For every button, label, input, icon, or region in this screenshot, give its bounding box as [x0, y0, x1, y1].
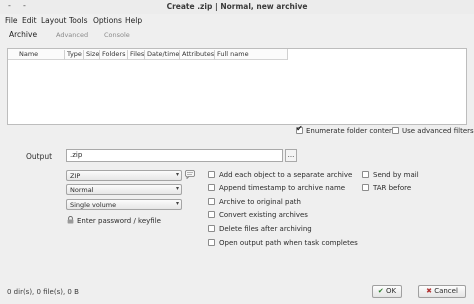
menu-layout[interactable]: Layout — [41, 16, 67, 25]
each-object-label: Add each object to a separate archive — [219, 171, 353, 179]
column-files[interactable]: Files — [127, 50, 144, 60]
enumerate-label: Enumerate folder content — [306, 127, 397, 135]
password-link[interactable]: Enter password / keyfile — [77, 217, 161, 225]
cancel-button[interactable]: ✖ Cancel — [418, 285, 466, 298]
timestamp-checkbox[interactable] — [208, 184, 215, 191]
column-size[interactable]: Size — [83, 50, 99, 60]
timestamp-label: Append timestamp to archive name — [219, 184, 346, 192]
volume-select[interactable]: Single volume ▾ — [66, 199, 182, 210]
chevron-down-icon: ▾ — [175, 185, 179, 192]
output-label: Output — [26, 152, 53, 161]
tab-advanced[interactable]: Advanced — [56, 31, 88, 39]
column-fullname[interactable]: Full name — [214, 50, 249, 60]
output-field[interactable]: .zip — [66, 149, 283, 162]
convert-checkbox[interactable] — [208, 211, 215, 218]
check-icon: ✔ — [377, 287, 384, 295]
menu-edit[interactable]: Edit — [22, 16, 37, 25]
open-output-label: Open output path when task completes — [219, 239, 358, 247]
lock-icon — [67, 215, 74, 224]
volume-value: Single volume — [70, 201, 117, 209]
convert-label: Convert existing archives — [219, 211, 308, 219]
close-icon: ✖ — [426, 287, 432, 295]
advanced-filters-checkbox[interactable] — [392, 127, 399, 134]
cancel-label: Cancel — [434, 287, 458, 295]
tar-before-label: TAR before — [373, 184, 412, 192]
level-value: Normal — [70, 186, 94, 194]
window-title: Create .zip | Normal, new archive — [166, 2, 308, 11]
open-output-checkbox[interactable] — [208, 239, 215, 246]
comment-icon[interactable] — [185, 170, 195, 180]
menu-options[interactable]: Options — [93, 16, 122, 25]
delete-label: Delete files after archiving — [219, 225, 312, 233]
column-name[interactable]: Name — [17, 50, 38, 60]
browse-button[interactable]: ... — [285, 149, 297, 162]
menu-tools[interactable]: Tools — [69, 16, 87, 25]
chevron-down-icon: ▾ — [175, 200, 179, 207]
delete-checkbox[interactable] — [208, 225, 215, 232]
column-type[interactable]: Type — [64, 50, 82, 60]
to-original-checkbox[interactable] — [208, 198, 215, 205]
format-select[interactable]: ZIP ▾ — [66, 170, 182, 181]
column-divider — [287, 49, 288, 60]
each-object-checkbox[interactable] — [208, 171, 215, 178]
column-datetime[interactable]: Date/time — [144, 50, 179, 60]
menu-help[interactable]: Help — [125, 16, 142, 25]
format-value: ZIP — [70, 172, 81, 180]
ok-label: OK — [386, 287, 397, 295]
to-original-label: Archive to original path — [219, 198, 301, 206]
tar-before-checkbox[interactable] — [362, 184, 369, 191]
menu-file[interactable]: File — [5, 16, 18, 25]
column-folders[interactable]: Folders — [99, 50, 125, 60]
tab-archive[interactable]: Archive — [9, 30, 37, 39]
send-mail-label: Send by mail — [373, 171, 419, 179]
chevron-down-icon: ▾ — [175, 171, 179, 178]
column-attributes[interactable]: Attributes — [179, 50, 214, 60]
send-mail-checkbox[interactable] — [362, 171, 369, 178]
advanced-filters-label: Use advanced filters — [402, 127, 474, 135]
status-text: 0 dir(s), 0 file(s), 0 B — [7, 288, 79, 296]
ok-button[interactable]: ✔ OK — [372, 285, 402, 298]
tab-console[interactable]: Console — [104, 31, 130, 39]
enumerate-checkbox[interactable] — [296, 124, 303, 134]
level-select[interactable]: Normal ▾ — [66, 184, 182, 195]
